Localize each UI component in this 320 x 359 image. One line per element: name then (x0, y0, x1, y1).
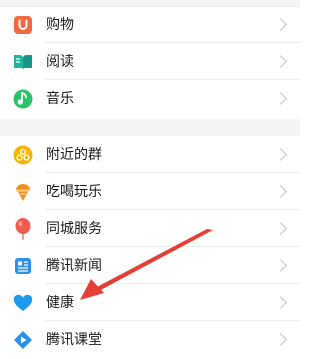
chevron-right-icon (274, 222, 287, 235)
shopping-bag-icon (12, 14, 34, 36)
menu-item-tencent-news[interactable]: 腾讯新闻 (0, 247, 300, 284)
menu-item-label: 同城服务 (46, 220, 102, 237)
chevron-right-icon (274, 55, 287, 68)
balloon-icon (12, 217, 34, 240)
book-icon (12, 51, 34, 73)
menu-item-label: 腾讯新闻 (46, 257, 102, 274)
menu-item-shopping[interactable]: 购物 (0, 6, 300, 43)
chevron-right-icon (274, 92, 287, 105)
menu-item-label: 健康 (46, 294, 74, 311)
menu-item-music[interactable]: 音乐 (0, 80, 300, 117)
chevron-right-icon (274, 148, 287, 161)
classroom-icon (12, 329, 34, 351)
chevron-right-icon (274, 296, 287, 309)
menu-item-label: 腾讯课堂 (46, 331, 102, 348)
menu-group-1: 购物 阅读 音乐 (0, 6, 300, 117)
menu-item-label: 阅读 (46, 53, 74, 70)
chevron-right-icon (274, 18, 287, 31)
newspaper-icon (12, 255, 34, 277)
menu-item-label: 购物 (46, 16, 74, 33)
menu-item-nearby-groups[interactable]: 附近的群 (0, 136, 300, 173)
nearby-groups-icon (12, 144, 34, 166)
section-gap (0, 119, 300, 136)
chevron-right-icon (274, 185, 287, 198)
chevron-right-icon (274, 259, 287, 272)
ice-cream-icon (12, 181, 34, 203)
menu-item-reading[interactable]: 阅读 (0, 43, 300, 80)
menu-item-tencent-classroom[interactable]: 腾讯课堂 (0, 321, 300, 358)
chevron-right-icon (274, 333, 287, 346)
menu-item-label: 音乐 (46, 90, 74, 107)
menu-item-health[interactable]: 健康 (0, 284, 300, 321)
menu-group-2: 附近的群 吃喝玩乐 同城服务 腾讯新闻 健康 腾讯课堂 (0, 136, 300, 358)
settings-screen: 购物 阅读 音乐 附近的群 吃喝玩乐 同城服务 腾讯新闻 健康 腾讯课堂 (0, 0, 300, 359)
heart-icon (12, 292, 34, 314)
menu-item-label: 吃喝玩乐 (46, 183, 102, 200)
music-note-icon (12, 88, 34, 110)
menu-item-local-services[interactable]: 同城服务 (0, 210, 300, 247)
menu-item-label: 附近的群 (46, 146, 102, 163)
menu-item-food-fun[interactable]: 吃喝玩乐 (0, 173, 300, 210)
